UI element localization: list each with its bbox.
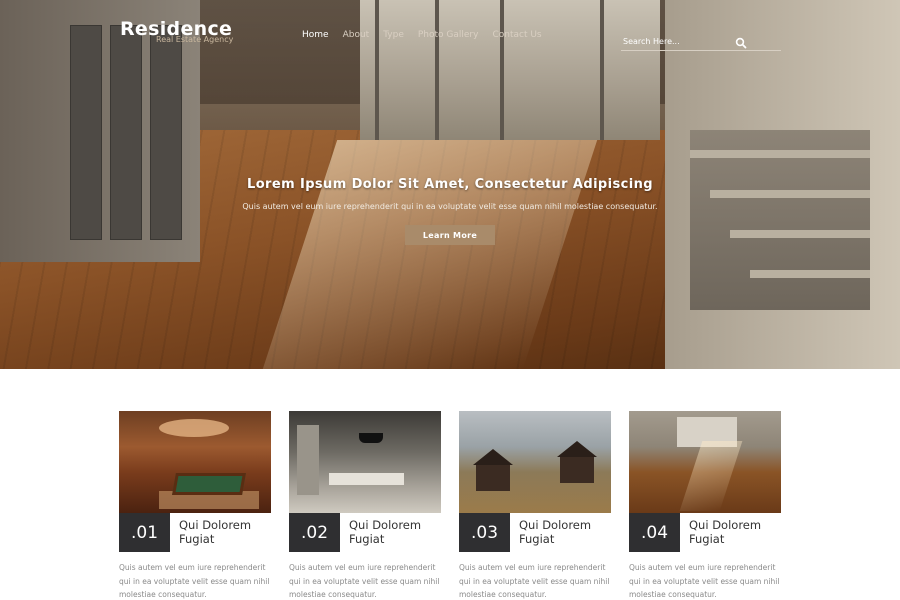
window-frame [435, 0, 439, 140]
card-number: .03 [459, 513, 510, 552]
house-roof [473, 449, 513, 465]
learn-more-button[interactable]: Learn More [405, 225, 495, 245]
brand-subtitle: Real Estate Agency [156, 35, 234, 44]
window-frame [375, 0, 379, 140]
card-image[interactable] [629, 411, 781, 513]
brand-logo[interactable]: Residence Real Estate Agency [120, 18, 233, 44]
card-number: .02 [289, 513, 340, 552]
nav-contact-us[interactable]: Contact Us [492, 30, 541, 40]
search-icon[interactable] [735, 34, 749, 49]
hero-window-image [360, 0, 660, 140]
stair-step [690, 150, 870, 158]
house [476, 465, 510, 491]
window-frame [500, 0, 504, 140]
card-text: Quis autem vel eum iure reprehenderit qu… [289, 563, 440, 599]
hero-subtext: Quis autem vel eum iure reprehenderit qu… [242, 202, 658, 211]
nav-home[interactable]: Home [302, 30, 329, 40]
card-image[interactable] [289, 411, 441, 513]
house-roof [557, 441, 597, 457]
search-input[interactable] [623, 34, 743, 48]
house [560, 457, 594, 483]
feature-card[interactable]: .02 Qui Dolorem Fugiat Quis autem vel eu… [289, 411, 441, 599]
search-box [621, 34, 781, 51]
nav-type[interactable]: Type [383, 30, 404, 40]
window [297, 425, 319, 495]
card-image[interactable] [459, 411, 611, 513]
card-title[interactable]: Qui Dolorem Fugiat [179, 518, 271, 546]
window-frame [600, 0, 604, 140]
card-title[interactable]: Qui Dolorem Fugiat [349, 518, 441, 546]
feature-card[interactable]: .01 Qui Dolorem Fugiat Quis autem vel eu… [119, 411, 271, 599]
nav-about[interactable]: About [343, 30, 370, 40]
feature-card[interactable]: .04 Qui Dolorem Fugiat Quis autem vel eu… [629, 411, 781, 599]
hero-banner: Residence Real Estate Agency Home About … [0, 0, 900, 369]
card-text: Quis autem vel eum iure reprehenderit qu… [629, 563, 780, 599]
card-text: Quis autem vel eum iure reprehenderit qu… [459, 563, 610, 599]
ceiling-light [159, 419, 229, 437]
card-number: .04 [629, 513, 680, 552]
card-number: .01 [119, 513, 170, 552]
stair-step [750, 270, 870, 278]
hero-heading: Lorem Ipsum Dolor Sit Amet, Consectetur … [247, 177, 653, 192]
card-image[interactable] [119, 411, 271, 513]
nav-photo-gallery[interactable]: Photo Gallery [418, 30, 479, 40]
chandelier [359, 433, 383, 443]
hero-staircase [690, 130, 870, 310]
card-title[interactable]: Qui Dolorem Fugiat [519, 518, 611, 546]
stair-step [730, 230, 870, 238]
main-nav: Home About Type Photo Gallery Contact Us [302, 30, 556, 40]
card-title[interactable]: Qui Dolorem Fugiat [689, 518, 781, 546]
billiard-table [172, 473, 246, 495]
sunlight [679, 441, 743, 511]
card-text: Quis autem vel eum iure reprehenderit qu… [119, 563, 270, 599]
dining-table [329, 473, 404, 485]
feature-cards: .01 Qui Dolorem Fugiat Quis autem vel eu… [119, 411, 781, 600]
feature-card[interactable]: .03 Qui Dolorem Fugiat Quis autem vel eu… [459, 411, 611, 599]
